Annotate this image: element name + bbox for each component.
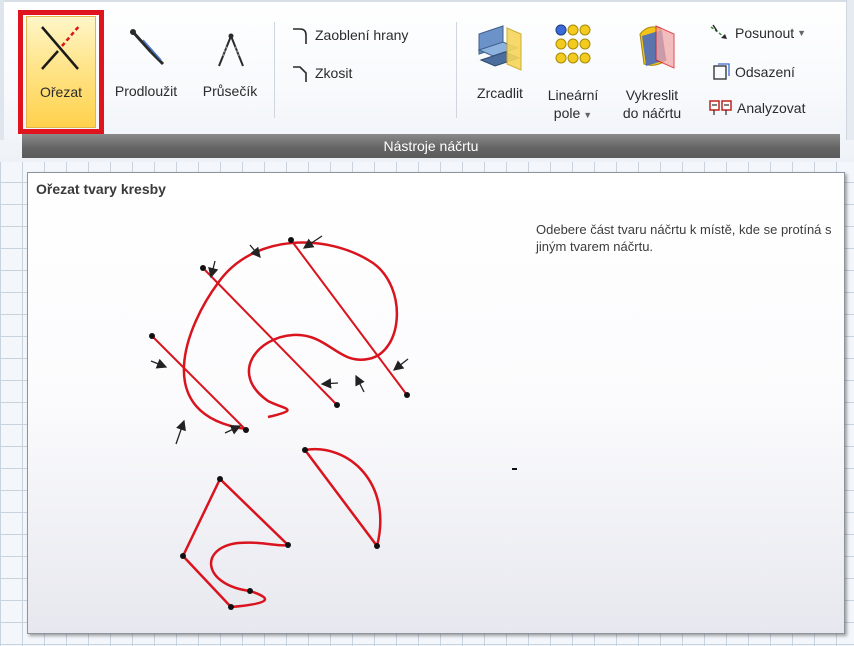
trimmed-arc-shape	[302, 447, 382, 549]
intersection-icon	[218, 33, 244, 67]
extend-icon	[130, 29, 165, 66]
trim-illustration	[149, 235, 517, 610]
result-shapes	[180, 447, 517, 610]
ribbon-group-label: Nástroje náčrtu	[22, 134, 840, 158]
mirror-icon	[477, 25, 522, 71]
separator	[456, 22, 457, 118]
trimmed-lower-shape	[181, 476, 291, 609]
chamfer-button[interactable]: Zkosit	[290, 62, 352, 84]
project-to-sketch-icon	[639, 25, 675, 69]
ribbon-top-border	[0, 0, 854, 2]
dropdown-arrow-icon: ▼	[583, 110, 593, 120]
linear-pattern-label-2: pole ▼	[554, 104, 592, 124]
project-label-1: Vykreslit	[625, 87, 679, 103]
linear-pattern-label-1: Lineární	[547, 87, 599, 103]
fillet-button[interactable]: Zaoblení hrany	[290, 24, 408, 46]
linear-pattern-label-text: pole	[553, 105, 581, 121]
offset-button[interactable]: Odsazení	[712, 62, 795, 82]
endpoints	[149, 237, 410, 433]
chamfer-icon	[293, 66, 307, 82]
move-label: Posunout	[735, 25, 795, 41]
move-button[interactable]: Posunout ▼	[708, 22, 806, 44]
dropdown-arrow-icon: ▼	[797, 28, 807, 38]
linear-pattern-icon	[555, 24, 591, 64]
ribbon-right-edge	[846, 0, 854, 140]
linear-pattern-button[interactable]: Lineární pole ▼	[538, 18, 608, 130]
mirror-button[interactable]: Zrcadlit	[462, 20, 538, 130]
mirror-label: Zrcadlit	[477, 85, 523, 101]
tooltip-panel: Ořezat tvary kresby Odebere část tvaru n…	[27, 172, 845, 634]
analyze-label: Analyzovat	[737, 100, 806, 116]
sketch-line	[202, 267, 338, 406]
fillet-label: Zaoblení hrany	[315, 27, 409, 43]
move-icon	[710, 24, 728, 40]
fillet-icon	[293, 28, 307, 44]
separator	[274, 22, 275, 118]
sketch-line	[290, 239, 408, 396]
analyze-icon	[709, 100, 732, 115]
highlight-frame	[18, 10, 104, 134]
sketch-line	[151, 335, 247, 431]
project-label-2: do náčrtu	[622, 105, 682, 121]
intersection-label: Průsečík	[202, 83, 258, 99]
ribbon-left-edge	[0, 0, 4, 140]
extend-label: Prodloužit	[114, 83, 178, 99]
project-to-sketch-button[interactable]: Vykreslit do náčrtu	[612, 20, 692, 130]
intersection-button[interactable]: Průsečík	[192, 18, 268, 128]
before-shape	[149, 235, 410, 445]
ribbon: Ořezat Prodloužit Průsečík Zaoblení hran…	[0, 0, 854, 162]
chamfer-label: Zkosit	[315, 65, 353, 81]
extend-button[interactable]: Prodloužit	[102, 18, 190, 128]
offset-label: Odsazení	[735, 64, 795, 80]
analyze-button[interactable]: Analyzovat	[708, 98, 805, 118]
offset-icon	[713, 63, 730, 80]
